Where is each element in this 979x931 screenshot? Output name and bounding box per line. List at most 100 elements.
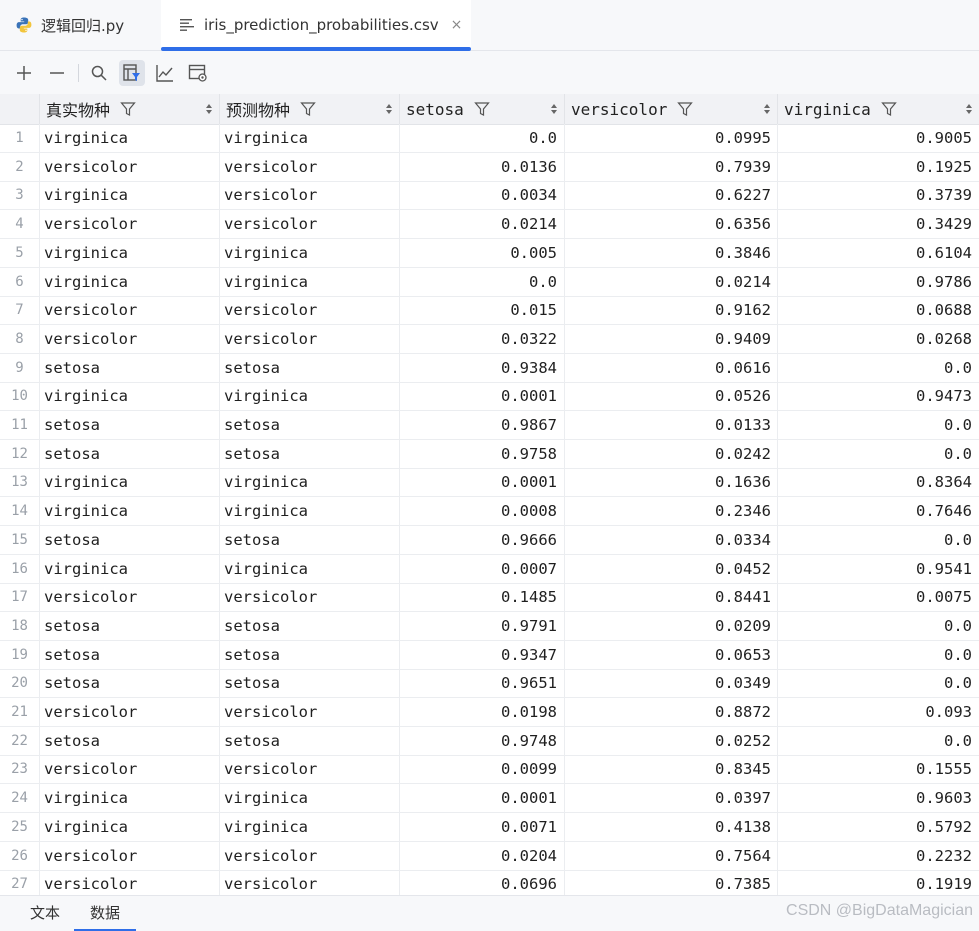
cell-virginica[interactable]: 0.1919	[778, 870, 979, 895]
cell-setosa[interactable]: 0.015	[400, 296, 565, 325]
cell-true-species[interactable]: virginica	[40, 382, 220, 411]
cell-true-species[interactable]: virginica	[40, 468, 220, 497]
remove-row-button[interactable]	[44, 60, 70, 86]
tab-text-view[interactable]: 文本	[30, 896, 60, 931]
cell-true-species[interactable]: versicolor	[40, 870, 220, 895]
table-row[interactable]: 12 setosa setosa 0.9758 0.0242 0.0	[0, 439, 979, 469]
cell-virginica[interactable]: 0.0	[778, 411, 979, 439]
cell-true-species[interactable]: setosa	[40, 353, 220, 382]
cell-virginica[interactable]: 0.0075	[778, 583, 979, 611]
cell-true-species[interactable]: virginica	[40, 267, 220, 296]
table-row[interactable]: 24 virginica virginica 0.0001 0.0397 0.9603	[0, 784, 979, 814]
table-row[interactable]: 26 versicolor versicolor 0.0204 0.7564 0.2232	[0, 841, 979, 871]
table-row[interactable]: 18 setosa setosa 0.9791 0.0209 0.0	[0, 611, 979, 641]
cell-setosa[interactable]: 0.9867	[400, 411, 565, 439]
tab-data-view[interactable]: 数据	[74, 896, 136, 931]
table-row[interactable]: 20 setosa setosa 0.9651 0.0349 0.0	[0, 669, 979, 699]
view-button[interactable]	[185, 60, 211, 86]
filter-icon[interactable]	[120, 101, 136, 117]
table-row[interactable]: 15 setosa setosa 0.9666 0.0334 0.0	[0, 525, 979, 555]
cell-versicolor[interactable]: 0.2346	[565, 497, 778, 526]
cell-versicolor[interactable]: 0.0452	[565, 554, 778, 583]
cell-setosa[interactable]: 0.1485	[400, 583, 565, 612]
cell-versicolor[interactable]: 0.4138	[565, 812, 778, 841]
cell-predicted-species[interactable]: versicolor	[220, 181, 400, 210]
filter-icon[interactable]	[880, 101, 897, 117]
cell-true-species[interactable]: versicolor	[40, 210, 220, 239]
cell-predicted-species[interactable]: versicolor	[220, 583, 400, 612]
cell-predicted-species[interactable]: versicolor	[220, 324, 400, 353]
table-row[interactable]: 27 versicolor versicolor 0.0696 0.7385 0.1919	[0, 870, 979, 895]
cell-true-species[interactable]: virginica	[40, 181, 220, 210]
cell-true-species[interactable]: versicolor	[40, 583, 220, 612]
table-row[interactable]: 23 versicolor versicolor 0.0099 0.8345 0.1555	[0, 755, 979, 785]
sort-icon[interactable]	[550, 102, 558, 116]
cell-virginica[interactable]: 0.9786	[778, 268, 979, 296]
cell-versicolor[interactable]: 0.0133	[565, 411, 778, 439]
cell-versicolor[interactable]: 0.0252	[565, 726, 778, 755]
column-header-virginica[interactable]: virginica	[778, 94, 979, 124]
table-row[interactable]: 10 virginica virginica 0.0001 0.0526 0.9473	[0, 382, 979, 412]
cell-setosa[interactable]: 0.0214	[400, 210, 565, 239]
cell-true-species[interactable]: virginica	[40, 497, 220, 526]
cell-setosa[interactable]: 0.0001	[400, 468, 565, 497]
close-icon[interactable]: ×	[451, 17, 463, 33]
cell-predicted-species[interactable]: versicolor	[220, 755, 400, 784]
filter-button[interactable]	[119, 59, 145, 86]
cell-virginica[interactable]: 0.0268	[778, 325, 979, 353]
cell-predicted-species[interactable]: setosa	[220, 640, 400, 669]
cell-virginica[interactable]: 0.7646	[778, 497, 979, 525]
cell-predicted-species[interactable]: virginica	[220, 497, 400, 526]
cell-predicted-species[interactable]: virginica	[220, 124, 400, 152]
cell-setosa[interactable]: 0.0	[400, 267, 565, 296]
cell-versicolor[interactable]: 0.9162	[565, 296, 778, 325]
table-row[interactable]: 6 virginica virginica 0.0 0.0214 0.9786	[0, 267, 979, 297]
filter-icon[interactable]	[677, 101, 694, 117]
cell-versicolor[interactable]: 0.8345	[565, 755, 778, 784]
cell-predicted-species[interactable]: versicolor	[220, 841, 400, 870]
cell-true-species[interactable]: virginica	[40, 784, 220, 813]
cell-virginica[interactable]: 0.3739	[778, 181, 979, 209]
column-header-predicted-species[interactable]: 预测物种	[220, 94, 400, 124]
cell-virginica[interactable]: 0.0	[778, 526, 979, 554]
cell-versicolor[interactable]: 0.7385	[565, 870, 778, 895]
table-row[interactable]: 3 virginica versicolor 0.0034 0.6227 0.3739	[0, 181, 979, 211]
cell-true-species[interactable]: virginica	[40, 124, 220, 152]
table-row[interactable]: 5 virginica virginica 0.005 0.3846 0.6104	[0, 238, 979, 268]
cell-virginica[interactable]: 0.6104	[778, 239, 979, 267]
cell-setosa[interactable]: 0.9748	[400, 726, 565, 755]
add-row-button[interactable]	[11, 60, 37, 86]
cell-predicted-species[interactable]: virginica	[220, 812, 400, 841]
cell-predicted-species[interactable]: setosa	[220, 726, 400, 755]
table-row[interactable]: 22 setosa setosa 0.9748 0.0252 0.0	[0, 726, 979, 756]
cell-virginica[interactable]: 0.0	[778, 612, 979, 640]
cell-virginica[interactable]: 0.9005	[778, 124, 979, 152]
filter-icon[interactable]	[474, 101, 490, 117]
cell-versicolor[interactable]: 0.6356	[565, 210, 778, 239]
search-button[interactable]	[86, 60, 112, 86]
cell-true-species[interactable]: setosa	[40, 611, 220, 640]
cell-setosa[interactable]: 0.9666	[400, 525, 565, 554]
cell-predicted-species[interactable]: virginica	[220, 554, 400, 583]
table-row[interactable]: 13 virginica virginica 0.0001 0.1636 0.8364	[0, 468, 979, 498]
cell-setosa[interactable]: 0.9347	[400, 640, 565, 669]
cell-true-species[interactable]: versicolor	[40, 841, 220, 870]
cell-true-species[interactable]: versicolor	[40, 698, 220, 726]
cell-true-species[interactable]: versicolor	[40, 296, 220, 325]
sort-icon[interactable]	[205, 102, 213, 116]
cell-versicolor[interactable]: 0.0242	[565, 439, 778, 468]
cell-virginica[interactable]: 0.8364	[778, 468, 979, 496]
cell-versicolor[interactable]: 0.1636	[565, 468, 778, 497]
cell-predicted-species[interactable]: versicolor	[220, 296, 400, 325]
cell-virginica[interactable]: 0.0	[778, 354, 979, 382]
cell-virginica[interactable]: 0.5792	[778, 813, 979, 841]
cell-versicolor[interactable]: 0.0616	[565, 353, 778, 382]
cell-versicolor[interactable]: 0.7939	[565, 152, 778, 181]
cell-true-species[interactable]: virginica	[40, 812, 220, 841]
cell-setosa[interactable]: 0.0001	[400, 382, 565, 411]
cell-predicted-species[interactable]: setosa	[220, 411, 400, 439]
cell-predicted-species[interactable]: virginica	[220, 238, 400, 267]
cell-virginica[interactable]: 0.2232	[778, 842, 979, 870]
cell-versicolor[interactable]: 0.0653	[565, 640, 778, 669]
table-row[interactable]: 17 versicolor versicolor 0.1485 0.8441 0.0075	[0, 583, 979, 613]
